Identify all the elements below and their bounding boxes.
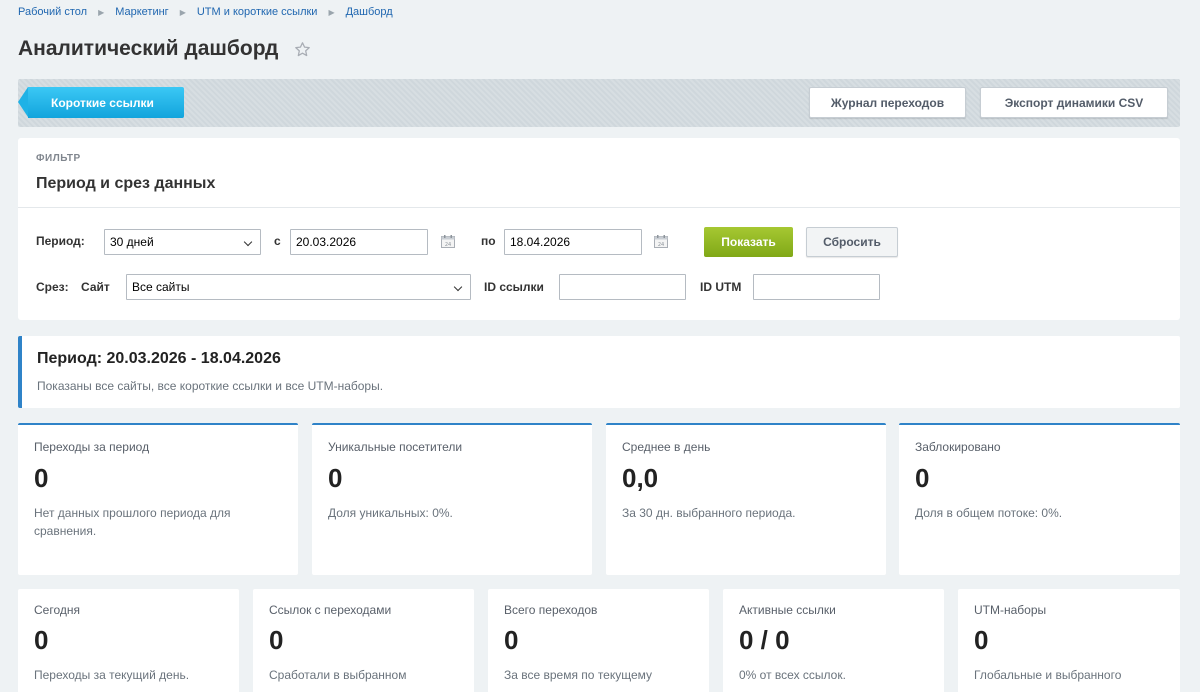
stat-value: 0 (269, 625, 284, 655)
stat-card-daily-average: Среднее в день 0,0 За 30 дн. выбранного … (606, 423, 886, 575)
period-select[interactable]: 30 дней (104, 229, 261, 255)
stat-note: Глобальные и выбранного (974, 668, 1122, 682)
svg-text:24: 24 (445, 242, 451, 248)
stat-card-blocked: Заблокировано 0 Доля в общем потоке: 0%. (899, 423, 1180, 575)
export-csv-button[interactable]: Экспорт динамики CSV (980, 87, 1168, 118)
stat-label: Среднее в день (622, 440, 711, 454)
page-title: Аналитический дашборд (18, 37, 279, 60)
date-to-value: 18.04.2026 (510, 235, 571, 249)
stat-note: Сработали в выбранном (269, 668, 407, 682)
stat-value: 0 / 0 (739, 625, 790, 655)
stat-label: Заблокировано (915, 440, 1001, 454)
stat-label: UTM-наборы (974, 603, 1047, 617)
stat-card-unique-visitors: Уникальные посетители 0 Доля уникальных:… (312, 423, 592, 575)
site-label: Сайт (81, 280, 110, 294)
svg-text:24: 24 (658, 242, 664, 248)
divider (18, 207, 1180, 208)
from-label: с (274, 234, 281, 248)
stat-card-total-clicks: Всего переходов 0 За все время по текуще… (488, 589, 709, 692)
utm-id-label: ID UTM (700, 280, 742, 294)
stat-label: Сегодня (34, 603, 80, 617)
date-from-input[interactable]: 20.03.2026 (290, 229, 428, 255)
stat-note: Доля уникальных: 0%. (328, 506, 453, 520)
stat-note: Переходы за текущий день. (34, 668, 190, 682)
stat-value: 0 (915, 463, 930, 493)
stat-label: Переходы за период (34, 440, 150, 454)
calendar-icon[interactable]: 24 (654, 235, 668, 248)
short-links-back-button[interactable]: Короткие ссылки (18, 87, 184, 118)
filter-card: ФИЛЬТР Период и срез данных Период: 30 д… (18, 138, 1180, 320)
reset-button[interactable]: Сбросить (806, 227, 898, 257)
stat-value: 0 (504, 625, 519, 655)
stat-value: 0 (974, 625, 989, 655)
period-summary-title: Период: 20.03.2026 - 18.04.2026 (37, 350, 281, 367)
link-id-input[interactable] (559, 274, 686, 300)
stat-value: 0 (34, 625, 49, 655)
toolbar: Короткие ссылки Журнал переходов Экспорт… (18, 79, 1180, 127)
breadcrumb-item-dashboard[interactable]: Дашборд (346, 6, 393, 18)
stat-card-utm-sets: UTM-наборы 0 Глобальные и выбранного (958, 589, 1180, 692)
title-row: Аналитический дашборд (18, 37, 311, 61)
date-from-value: 20.03.2026 (296, 235, 357, 249)
site-select[interactable]: Все сайты (126, 274, 471, 300)
stat-note: За 30 дн. выбранного периода. (622, 506, 796, 520)
breadcrumb-item-desktop[interactable]: Рабочий стол (18, 6, 87, 18)
chevron-right-icon: ▶ (328, 7, 335, 17)
stat-note: Нет данных прошлого периода для сравнени… (34, 506, 231, 538)
show-button[interactable]: Показать (704, 227, 793, 257)
to-label: по (481, 234, 496, 248)
period-select-value: 30 дней (110, 235, 154, 249)
stat-card-clicks: Переходы за период 0 Нет данных прошлого… (18, 423, 298, 575)
slice-label: Срез: (36, 280, 69, 294)
breadcrumb-item-utm[interactable]: UTM и короткие ссылки (197, 6, 318, 18)
site-select-value: Все сайты (132, 280, 190, 294)
breadcrumb-item-marketing[interactable]: Маркетинг (115, 6, 168, 18)
stat-card-links-with-clicks: Ссылок с переходами 0 Сработали в выбран… (253, 589, 474, 692)
chevron-right-icon: ▶ (179, 7, 186, 17)
period-summary-description: Показаны все сайты, все короткие ссылки … (37, 379, 384, 393)
stat-label: Ссылок с переходами (269, 603, 392, 617)
stat-value: 0 (34, 463, 49, 493)
period-summary-card: Период: 20.03.2026 - 18.04.2026 Показаны… (18, 336, 1180, 408)
calendar-icon[interactable]: 24 (441, 235, 455, 248)
stat-note: Доля в общем потоке: 0%. (915, 506, 1063, 520)
utm-id-input[interactable] (753, 274, 880, 300)
stat-card-today: Сегодня 0 Переходы за текущий день. (18, 589, 239, 692)
breadcrumb: Рабочий стол ▶ Маркетинг ▶ UTM и коротки… (18, 6, 393, 18)
stat-label: Активные ссылки (739, 603, 836, 617)
click-log-button[interactable]: Журнал переходов (809, 87, 966, 118)
filter-heading: Период и срез данных (36, 175, 216, 192)
chevron-right-icon: ▶ (98, 7, 105, 17)
filter-eyebrow: ФИЛЬТР (36, 153, 81, 164)
stat-card-active-links: Активные ссылки 0 / 0 0% от всех ссылок. (723, 589, 944, 692)
stat-label: Всего переходов (504, 603, 598, 617)
period-label: Период: (36, 234, 85, 248)
stat-note: За все время по текущему (504, 668, 653, 682)
stat-label: Уникальные посетители (328, 440, 463, 454)
stat-note: 0% от всех ссылок. (739, 668, 846, 682)
stat-value: 0,0 (622, 463, 659, 493)
star-icon[interactable] (294, 41, 311, 58)
link-id-label: ID ссылки (484, 280, 544, 294)
stat-value: 0 (328, 463, 343, 493)
date-to-input[interactable]: 18.04.2026 (504, 229, 642, 255)
